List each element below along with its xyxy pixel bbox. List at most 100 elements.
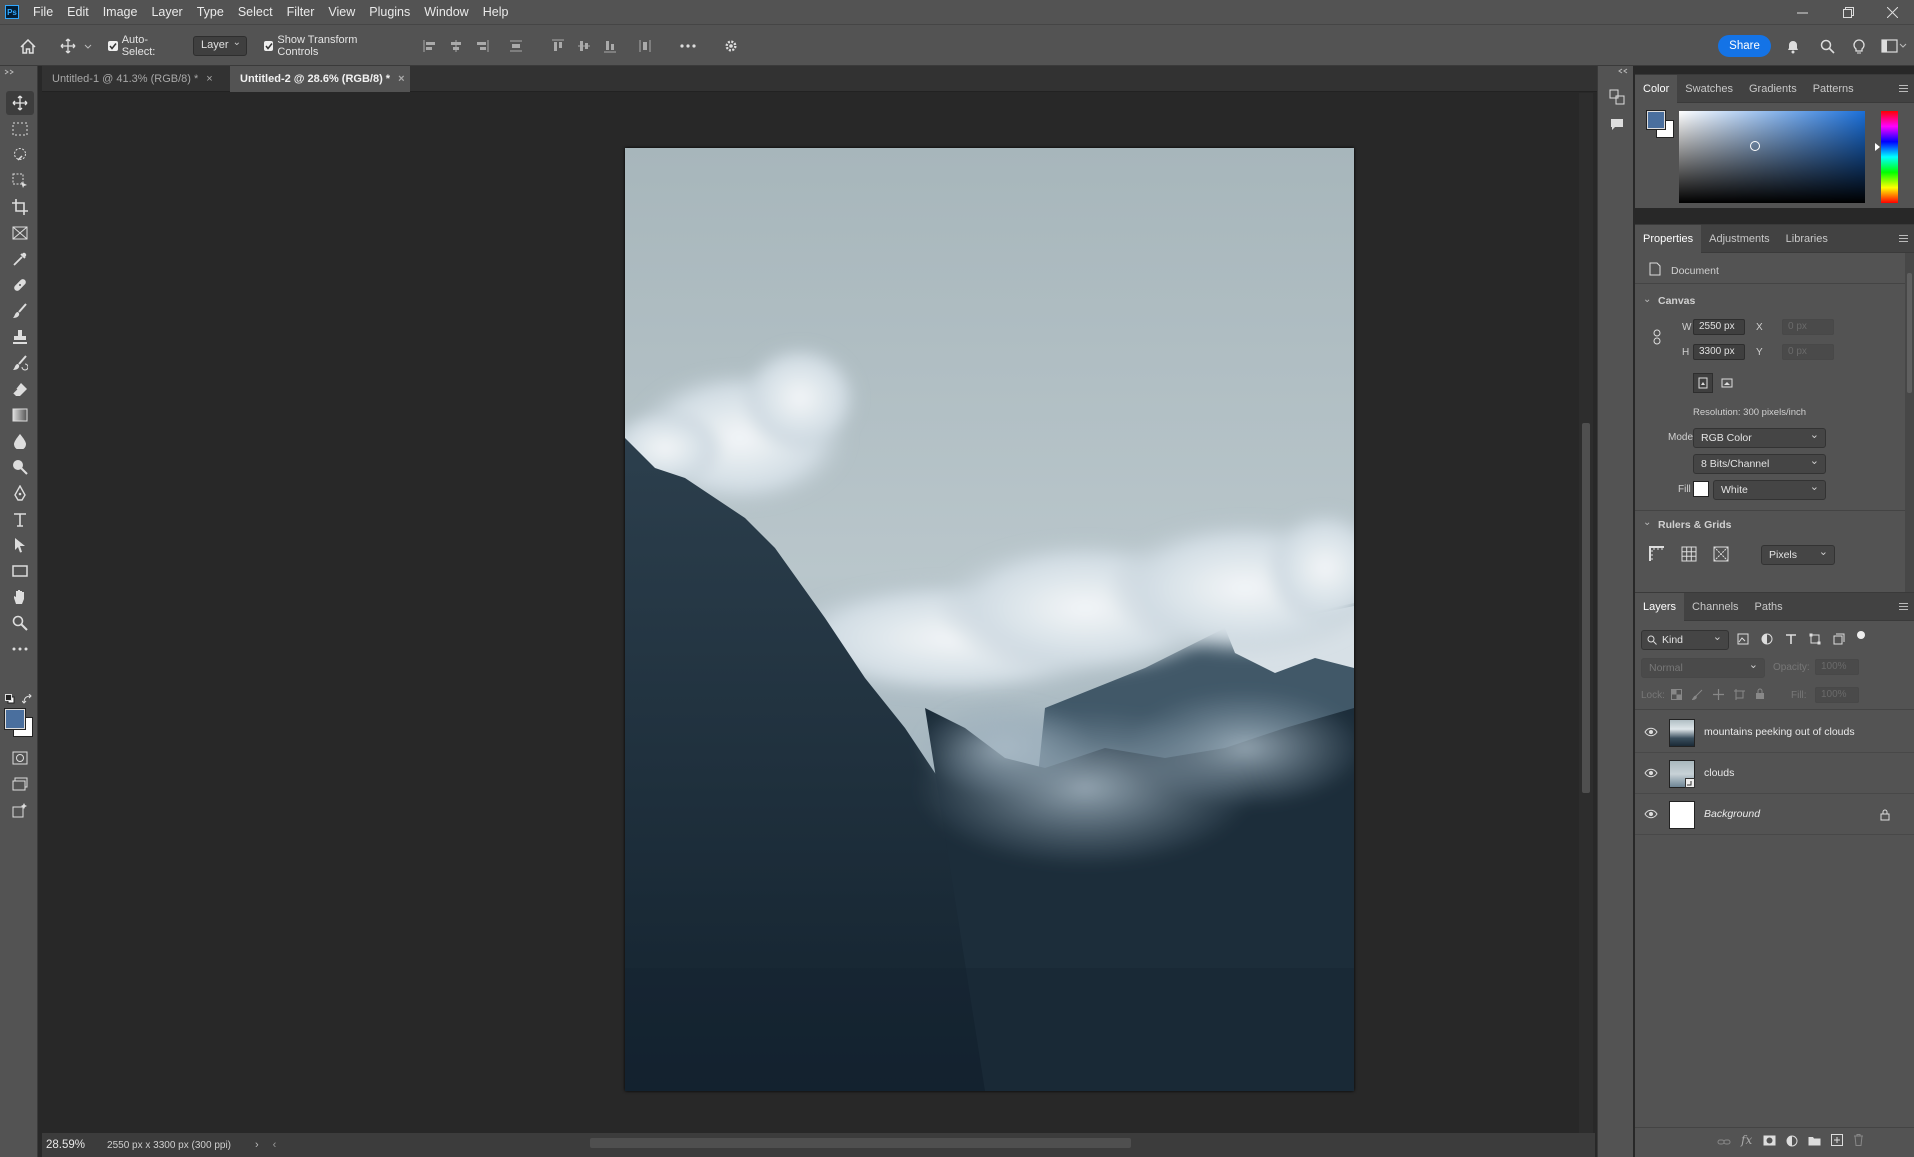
clone-stamp-tool[interactable]	[6, 325, 34, 349]
lock-all-icon[interactable]	[1755, 688, 1765, 700]
tab-layers[interactable]: Layers	[1635, 592, 1685, 621]
eraser-tool[interactable]	[6, 377, 34, 401]
properties-scrollbar[interactable]	[1905, 253, 1914, 593]
collapse-panels-icon[interactable]	[1618, 68, 1628, 74]
history-brush-tool[interactable]	[6, 351, 34, 375]
menu-window[interactable]: Window	[417, 0, 475, 24]
distribute-horizontal-button[interactable]	[636, 25, 654, 67]
hue-slider[interactable]	[1881, 111, 1898, 203]
tab-color[interactable]: Color	[1635, 74, 1678, 103]
lock-position-icon[interactable]	[1713, 689, 1724, 700]
layer-row-background[interactable]: Background	[1635, 795, 1914, 835]
filter-toggle-icon[interactable]	[1857, 631, 1865, 639]
comments-panel-button[interactable]	[1606, 114, 1628, 136]
properties-scroll-thumb[interactable]	[1907, 273, 1912, 393]
rectangle-tool[interactable]	[6, 559, 34, 583]
pen-tool[interactable]	[6, 481, 34, 505]
link-icon[interactable]	[1652, 329, 1662, 345]
lock-transparent-pixels-icon[interactable]	[1671, 689, 1682, 700]
restore-button[interactable]	[1826, 0, 1870, 24]
tab-untitled-2[interactable]: Untitled-2 @ 28.6% (RGB/8) * ×	[230, 66, 410, 92]
workspace-switcher[interactable]	[1880, 25, 1908, 67]
menu-layer[interactable]: Layer	[144, 0, 189, 24]
brush-tool[interactable]	[6, 299, 34, 323]
more-options-button[interactable]	[678, 25, 698, 67]
align-center-button[interactable]	[447, 25, 465, 67]
tab-gradients[interactable]: Gradients	[1741, 75, 1805, 103]
home-button[interactable]	[16, 25, 40, 67]
horizontal-scroll-thumb[interactable]	[590, 1138, 1131, 1148]
layer-row-clouds[interactable]: clouds	[1635, 754, 1914, 794]
dodge-tool[interactable]	[6, 455, 34, 479]
auto-select-target-dropdown[interactable]: Layer ⌄	[193, 36, 247, 56]
hand-tool[interactable]	[6, 585, 34, 609]
visibility-eye-icon[interactable]	[1644, 768, 1658, 778]
landscape-orientation-button[interactable]	[1717, 373, 1737, 393]
type-tool[interactable]	[6, 507, 34, 531]
menu-type[interactable]: Type	[190, 0, 231, 24]
history-panel-button[interactable]	[1606, 86, 1628, 108]
panel-menu-icon[interactable]	[1899, 603, 1908, 610]
add-mask-icon[interactable]	[1763, 1135, 1776, 1146]
new-group-icon[interactable]	[1808, 1135, 1821, 1146]
close-tab-icon[interactable]: ×	[398, 73, 404, 85]
fill-dropdown[interactable]: White	[1713, 480, 1826, 500]
new-adjustment-layer-icon[interactable]	[1786, 1135, 1798, 1147]
fill-color-swatch[interactable]	[1693, 481, 1709, 497]
new-layer-icon[interactable]	[1831, 1134, 1843, 1146]
guides-icon[interactable]	[1713, 546, 1729, 562]
panel-menu-icon[interactable]	[1899, 235, 1908, 242]
align-right-button[interactable]	[473, 25, 491, 67]
frame-tool[interactable]	[6, 221, 34, 245]
notifications-button[interactable]	[1784, 25, 1802, 67]
object-selection-tool[interactable]	[6, 169, 34, 193]
document-info[interactable]: 2550 px x 3300 px (300 ppi)	[107, 1140, 231, 1151]
menu-plugins[interactable]: Plugins	[362, 0, 417, 24]
align-bottom-button[interactable]	[601, 25, 619, 67]
tab-untitled-1[interactable]: Untitled-1 @ 41.3% (RGB/8) * ×	[42, 66, 230, 92]
delete-layer-icon[interactable]	[1853, 1134, 1864, 1146]
color-fg-swatch[interactable]	[1646, 110, 1666, 130]
filter-type-icon[interactable]	[1785, 633, 1797, 645]
collapse-toolbar-icon[interactable]	[4, 69, 18, 75]
blend-mode-dropdown[interactable]: Normal	[1641, 658, 1765, 678]
color-mode-dropdown[interactable]: RGB Color	[1693, 428, 1826, 448]
share-button[interactable]: Share	[1718, 35, 1771, 57]
bit-depth-dropdown[interactable]: 8 Bits/Channel	[1693, 454, 1826, 474]
y-input[interactable]: 0 px	[1782, 344, 1834, 360]
tab-swatches[interactable]: Swatches	[1677, 75, 1741, 103]
hue-slider-handle[interactable]	[1875, 143, 1880, 151]
scroll-left-icon[interactable]: ‹	[273, 1139, 277, 1151]
blur-tool[interactable]	[6, 429, 34, 453]
x-input[interactable]: 0 px	[1782, 319, 1834, 335]
height-input[interactable]: 3300 px	[1693, 344, 1745, 360]
layer-fill-input[interactable]: 100%	[1815, 687, 1859, 703]
chevron-right-icon[interactable]: ›	[255, 1139, 259, 1151]
visibility-eye-icon[interactable]	[1644, 727, 1658, 737]
document-canvas[interactable]	[625, 148, 1354, 1091]
layer-name[interactable]: mountains peeking out of clouds	[1704, 726, 1855, 738]
canvas-section-header[interactable]: Canvas	[1658, 295, 1695, 307]
show-transform-controls-checkbox[interactable]: Show Transform Controls	[264, 25, 394, 67]
tab-channels[interactable]: Channels	[1684, 593, 1746, 621]
chevron-down-icon[interactable]: ⌄	[1643, 294, 1651, 305]
color-field[interactable]	[1679, 111, 1865, 203]
settings-button[interactable]	[722, 25, 740, 67]
width-input[interactable]: 2550 px	[1693, 319, 1745, 335]
edit-toolbar-button[interactable]	[6, 637, 34, 661]
filter-smart-object-icon[interactable]	[1833, 633, 1845, 645]
ruler-units-dropdown[interactable]: Pixels	[1761, 545, 1835, 565]
rulers-grids-section-header[interactable]: Rulers & Grids	[1658, 519, 1732, 531]
layer-name[interactable]: clouds	[1704, 767, 1734, 779]
foreground-color-swatch[interactable]	[4, 708, 26, 730]
close-window-button[interactable]	[1870, 0, 1914, 24]
discover-button[interactable]	[1850, 25, 1868, 67]
panel-menu-icon[interactable]	[1899, 85, 1908, 92]
opacity-input[interactable]: 100%	[1815, 659, 1859, 675]
menu-help[interactable]: Help	[476, 0, 516, 24]
lasso-tool[interactable]	[6, 143, 34, 167]
align-middle-button[interactable]	[575, 25, 593, 67]
gradient-tool[interactable]	[6, 403, 34, 427]
layer-row-mountains[interactable]: mountains peeking out of clouds	[1635, 713, 1914, 753]
path-selection-tool[interactable]	[6, 533, 34, 557]
